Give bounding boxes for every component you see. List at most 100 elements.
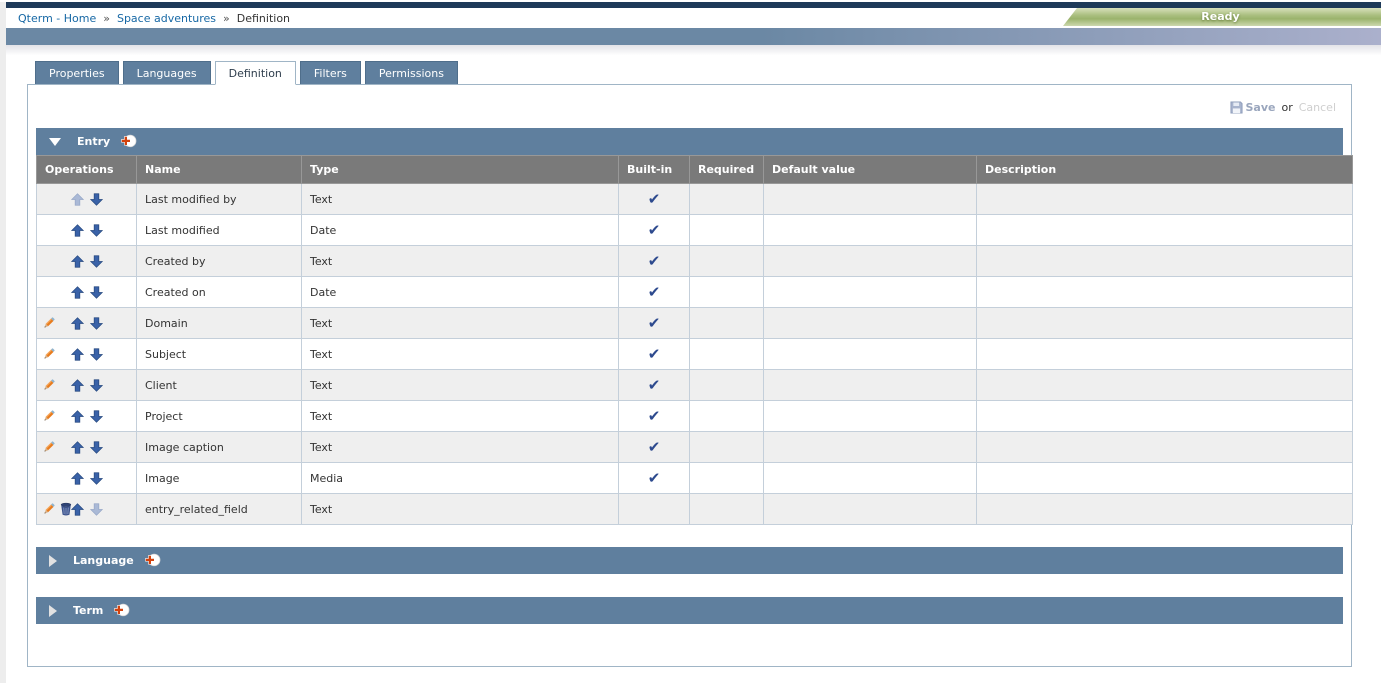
name-cell: Created on	[137, 277, 302, 308]
add-icon[interactable]	[144, 553, 161, 568]
move-controls	[45, 494, 128, 524]
default-value-cell	[764, 308, 977, 339]
built-in-cell: ✔	[619, 277, 690, 308]
arrow-down-icon[interactable]	[90, 286, 103, 299]
pencil-icon[interactable]	[42, 347, 56, 361]
arrow-up-icon[interactable]	[71, 348, 84, 361]
triangle-right-icon[interactable]	[49, 605, 57, 617]
built-in-cell: ✔	[619, 432, 690, 463]
arrow-down-icon[interactable]	[90, 348, 103, 361]
pencil-icon[interactable]	[42, 378, 56, 392]
column-header-required: Required	[690, 156, 764, 184]
tab-definition[interactable]: Definition	[215, 61, 296, 85]
required-cell	[690, 215, 764, 246]
description-cell	[977, 463, 1353, 494]
arrow-up-icon[interactable]	[71, 441, 84, 454]
name-cell: Image caption	[137, 432, 302, 463]
description-cell	[977, 184, 1353, 215]
required-cell	[690, 432, 764, 463]
move-controls	[45, 401, 128, 431]
built-in-cell: ✔	[619, 246, 690, 277]
status-badge: Ready	[1060, 8, 1381, 26]
save-button[interactable]: Save	[1230, 101, 1275, 114]
description-cell	[977, 277, 1353, 308]
pencil-icon[interactable]	[42, 316, 56, 330]
move-controls	[45, 215, 128, 245]
arrow-up-icon[interactable]	[71, 286, 84, 299]
operations-cell	[37, 401, 137, 432]
column-header-operations: Operations	[37, 156, 137, 184]
pencil-icon[interactable]	[42, 440, 56, 454]
move-controls	[45, 432, 128, 462]
add-icon[interactable]	[113, 603, 130, 618]
arrow-up-icon[interactable]	[71, 379, 84, 392]
operations-cell	[37, 339, 137, 370]
triangle-right-icon[interactable]	[49, 555, 57, 567]
tab-languages[interactable]: Languages	[123, 61, 211, 84]
arrow-down-icon[interactable]	[90, 224, 103, 237]
type-cell: Text	[302, 494, 619, 525]
built-in-cell: ✔	[619, 370, 690, 401]
column-header-type: Type	[302, 156, 619, 184]
arrow-down-icon[interactable]	[90, 193, 103, 206]
trash-icon[interactable]	[59, 502, 73, 516]
arrow-down-icon[interactable]	[90, 379, 103, 392]
arrow-down-icon[interactable]	[90, 410, 103, 423]
section-label-language: Language	[73, 554, 134, 567]
required-cell	[690, 339, 764, 370]
default-value-cell	[764, 401, 977, 432]
arrow-down-icon[interactable]	[90, 472, 103, 485]
move-controls	[45, 184, 128, 214]
section-header-term: Term	[36, 597, 1343, 624]
name-cell: Subject	[137, 339, 302, 370]
column-header-default-value: Default value	[764, 156, 977, 184]
triangle-down-icon[interactable]	[49, 138, 61, 146]
move-controls	[45, 246, 128, 276]
tab-properties[interactable]: Properties	[35, 61, 119, 84]
breadcrumb-item-qterm-home[interactable]: Qterm - Home	[18, 12, 96, 25]
table-row: Image captionText✔	[37, 432, 1353, 463]
required-cell	[690, 184, 764, 215]
operations-cell	[37, 463, 137, 494]
checkmark-icon: ✔	[648, 345, 661, 363]
type-cell: Date	[302, 277, 619, 308]
breadcrumb-item-space-adventures[interactable]: Space adventures	[117, 12, 216, 25]
column-header-name: Name	[137, 156, 302, 184]
arrow-up-icon[interactable]	[71, 317, 84, 330]
type-cell: Text	[302, 401, 619, 432]
arrow-up-icon[interactable]	[71, 472, 84, 485]
default-value-cell	[764, 246, 977, 277]
table-row: ClientText✔	[37, 370, 1353, 401]
move-controls	[45, 277, 128, 307]
required-cell	[690, 246, 764, 277]
checkmark-icon: ✔	[648, 376, 661, 394]
pencil-icon[interactable]	[42, 409, 56, 423]
description-cell	[977, 246, 1353, 277]
arrow-down-icon[interactable]	[90, 441, 103, 454]
pencil-icon[interactable]	[42, 502, 56, 516]
type-cell: Date	[302, 215, 619, 246]
arrow-up-icon[interactable]	[71, 255, 84, 268]
table-row: Created byText✔	[37, 246, 1353, 277]
table-row: Last modified byText✔	[37, 184, 1353, 215]
arrow-up-icon[interactable]	[71, 224, 84, 237]
built-in-cell: ✔	[619, 339, 690, 370]
name-cell: Last modified by	[137, 184, 302, 215]
arrow-down-icon[interactable]	[90, 255, 103, 268]
arrow-down-icon[interactable]	[90, 317, 103, 330]
default-value-cell	[764, 184, 977, 215]
column-header-description: Description	[977, 156, 1353, 184]
tab-filters[interactable]: Filters	[300, 61, 361, 84]
checkmark-icon: ✔	[648, 252, 661, 270]
arrow-up-icon[interactable]	[71, 410, 84, 423]
required-cell	[690, 401, 764, 432]
built-in-cell	[619, 494, 690, 525]
name-cell: Image	[137, 463, 302, 494]
add-icon[interactable]	[120, 134, 137, 149]
tab-permissions[interactable]: Permissions	[365, 61, 458, 84]
table-row: SubjectText✔	[37, 339, 1353, 370]
section-header-entry: Entry	[36, 128, 1343, 155]
table-row: Last modifiedDate✔	[37, 215, 1353, 246]
built-in-cell: ✔	[619, 215, 690, 246]
cancel-button[interactable]: Cancel	[1299, 101, 1336, 114]
